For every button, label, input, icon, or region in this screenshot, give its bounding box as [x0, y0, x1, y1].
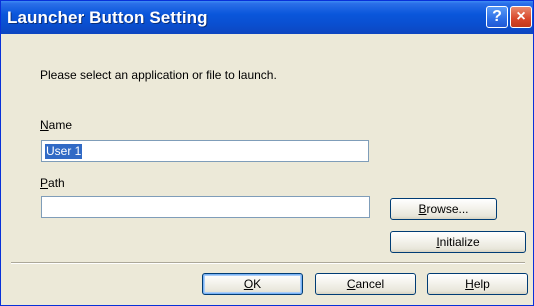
path-label: Path [40, 176, 65, 190]
path-label-mnemonic: P [40, 176, 49, 190]
title-bar[interactable]: Launcher Button Setting ? × [1, 1, 533, 34]
initialize-button[interactable]: Initialize [390, 231, 526, 253]
initialize-label: nitialize [439, 235, 480, 249]
help-label: elp [473, 277, 490, 291]
cancel-button[interactable]: Cancel [315, 273, 416, 295]
name-label: Name [40, 118, 72, 132]
ok-label: K [253, 277, 262, 291]
help-button[interactable]: Help [427, 273, 528, 295]
cancel-label: ancel [355, 277, 385, 291]
dialog-body: Please select an application or file to … [3, 34, 531, 305]
browse-mnemonic: B [418, 202, 427, 216]
separator [11, 262, 525, 264]
question-mark-icon: ? [492, 8, 502, 25]
path-label-rest: ath [48, 176, 65, 190]
name-input-value: User 1 [45, 144, 83, 159]
help-title-button[interactable]: ? [486, 6, 508, 28]
name-label-rest: ame [48, 118, 73, 132]
close-icon: × [516, 8, 526, 25]
instruction-text: Please select an application or file to … [40, 68, 277, 82]
cancel-mnemonic: C [346, 277, 356, 291]
close-button[interactable]: × [510, 6, 532, 28]
ok-mnemonic: O [243, 277, 254, 291]
help-mnemonic: H [465, 277, 474, 291]
browse-button[interactable]: Browse... [390, 198, 497, 220]
window-title: Launcher Button Setting [7, 8, 208, 27]
path-input[interactable] [41, 196, 370, 218]
ok-button[interactable]: OK [202, 273, 303, 295]
name-input[interactable]: User 1 [41, 140, 369, 162]
browse-label: rowse... [426, 202, 469, 216]
name-label-mnemonic: N [40, 118, 49, 132]
dialog-window: Launcher Button Setting ? × Please selec… [0, 0, 534, 306]
